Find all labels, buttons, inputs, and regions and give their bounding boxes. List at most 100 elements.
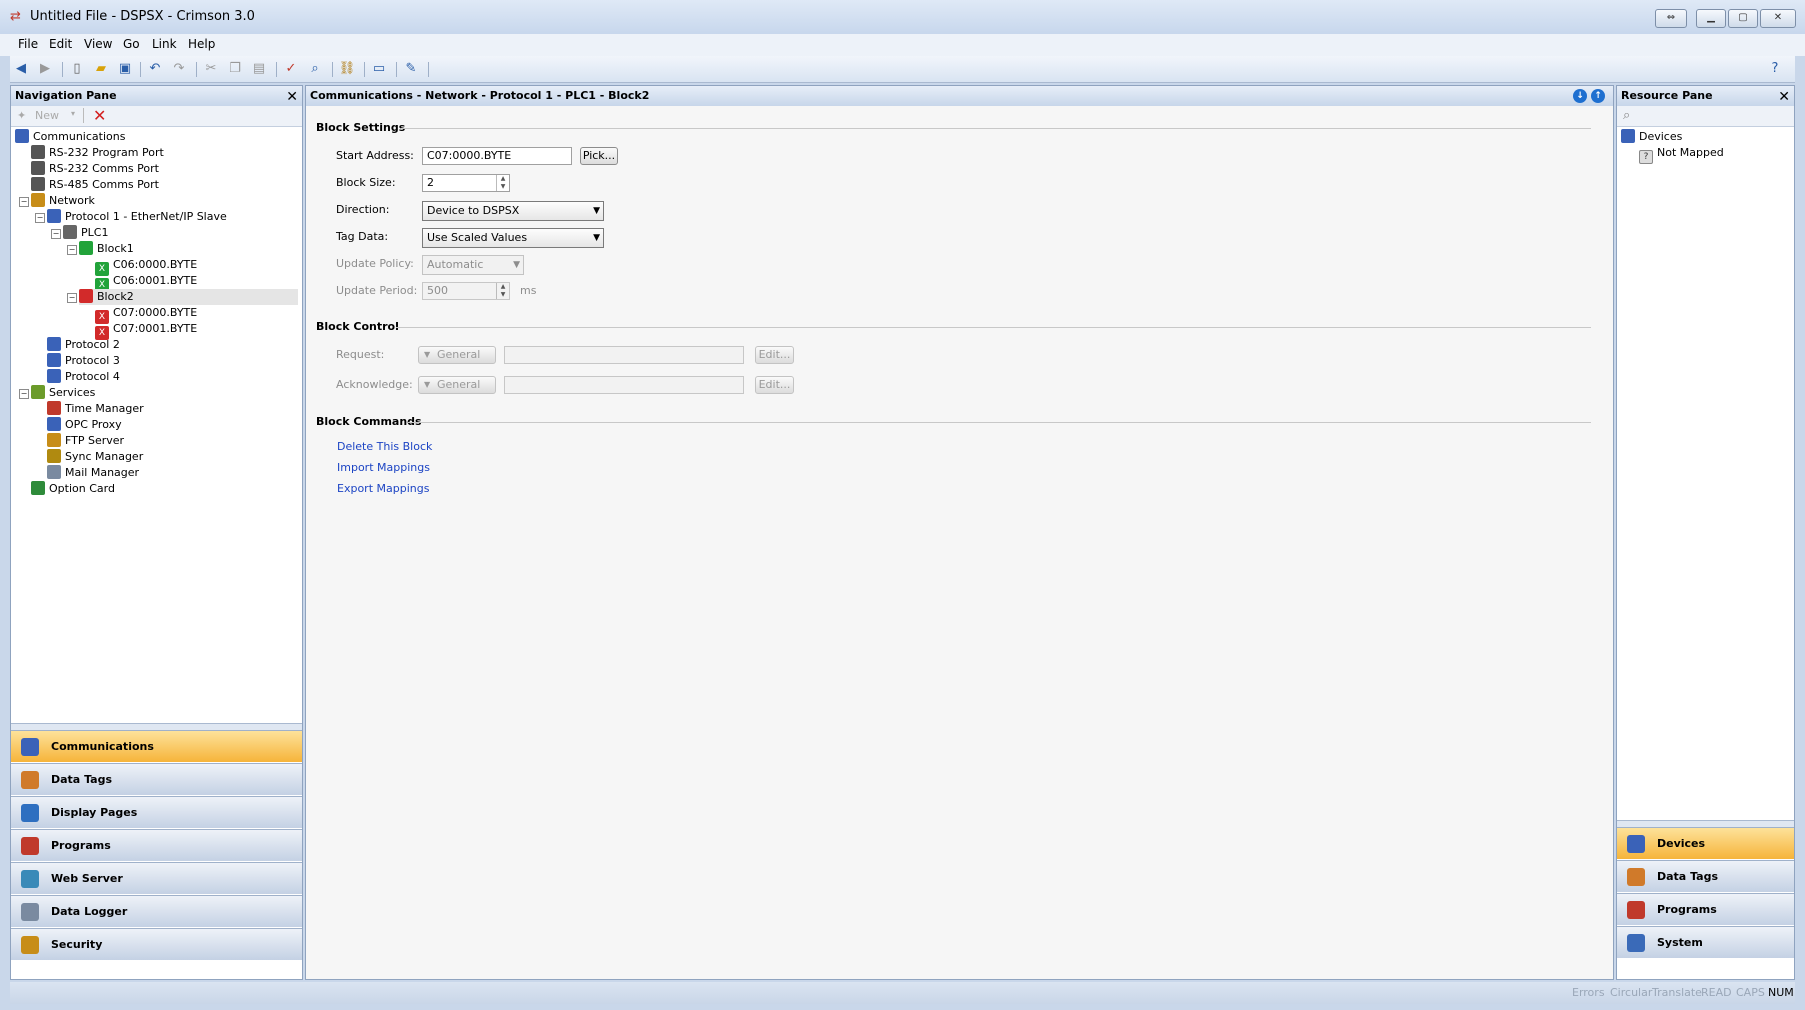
tree-item[interactable]: PLC1 <box>63 225 108 241</box>
new-button[interactable]: New <box>35 109 59 122</box>
tree-expander-icon[interactable]: − <box>35 213 45 223</box>
tree-item[interactable]: X C06:0001.BYTE <box>95 273 197 292</box>
menu-go[interactable]: Go <box>123 34 140 54</box>
open-folder-icon[interactable]: ▰ <box>92 61 110 77</box>
tree-item[interactable]: ? Not Mapped <box>1639 145 1724 164</box>
back-icon[interactable]: ◀ <box>12 61 30 77</box>
menu-link[interactable]: Link <box>152 34 177 54</box>
pane-splitter[interactable] <box>11 723 302 730</box>
find-icon[interactable]: ⌕ <box>306 61 324 77</box>
tree-item[interactable]: Network <box>31 193 95 209</box>
tree-item[interactable]: Protocol 2 <box>47 337 120 353</box>
export-mappings-link[interactable]: Export Mappings <box>337 482 429 495</box>
restore-layout-button[interactable]: ⇔ <box>1655 9 1687 28</box>
save-icon[interactable]: ▣ <box>116 61 134 77</box>
request-edit-button[interactable]: Edit... <box>755 346 794 364</box>
arrow-down-icon[interactable]: ↓ <box>1573 89 1587 103</box>
category-label: Devices <box>1657 837 1706 850</box>
tree-item[interactable]: Block1 <box>79 241 134 257</box>
tree-expander-icon[interactable]: − <box>19 197 29 207</box>
tree-item[interactable]: FTP Server <box>47 433 124 449</box>
ftp-icon <box>47 433 61 447</box>
copy-icon[interactable]: ❐ <box>226 61 244 77</box>
search-icon[interactable]: ⌕ <box>1623 108 1630 123</box>
tree-item[interactable]: Block2 <box>79 289 298 305</box>
tree-item[interactable]: Devices <box>1621 129 1682 145</box>
menu-file[interactable]: File <box>18 34 38 54</box>
tree-item[interactable]: OPC Proxy <box>47 417 122 433</box>
category-display-pages[interactable]: Display Pages <box>11 796 302 828</box>
tree-item[interactable]: RS-485 Comms Port <box>31 177 159 193</box>
forward-icon[interactable]: ▶ <box>36 61 54 77</box>
category-programs[interactable]: Programs <box>11 829 302 861</box>
tree-item[interactable]: Time Manager <box>47 401 144 417</box>
delete-block-link[interactable]: Delete This Block <box>337 440 432 453</box>
pencil-icon[interactable]: ✎ <box>402 61 420 77</box>
direction-select[interactable]: Device to DSPSX ▼ <box>422 201 604 221</box>
maximize-button[interactable]: ▢ <box>1728 9 1758 28</box>
close-icon[interactable]: ✕ <box>1778 87 1790 107</box>
acknowledge-edit-button[interactable]: Edit... <box>755 376 794 394</box>
menu-view[interactable]: View <box>84 34 112 54</box>
minimize-button[interactable]: ▁ <box>1696 9 1726 28</box>
close-icon[interactable]: ✕ <box>286 87 298 107</box>
update-period-stepper[interactable]: 500 ▲ ▼ <box>422 282 510 300</box>
tree-item[interactable]: Protocol 3 <box>47 353 120 369</box>
tree-item[interactable]: Protocol 1 - EtherNet/IP Slave <box>47 209 227 225</box>
spin-arrows-icon[interactable]: ▲ ▼ <box>496 175 509 191</box>
pane-splitter[interactable] <box>1617 820 1794 827</box>
category-web-server[interactable]: Web Server <box>11 862 302 894</box>
category-system[interactable]: System <box>1617 926 1794 958</box>
tree-expander-icon[interactable]: − <box>67 245 77 255</box>
request-type-dropdown[interactable]: ▼ General <box>418 346 496 364</box>
delete-icon[interactable]: ✕ <box>93 106 106 125</box>
link-icon[interactable]: ⛓ <box>338 61 356 77</box>
tree-expander-icon[interactable]: − <box>19 389 29 399</box>
pick-button[interactable]: Pick... <box>580 147 618 165</box>
acknowledge-type-dropdown[interactable]: ▼ General <box>418 376 496 394</box>
tree-item[interactable]: Sync Manager <box>47 449 143 465</box>
tag-data-select[interactable]: Use Scaled Values ▼ <box>422 228 604 248</box>
category-data-tags[interactable]: Data Tags <box>11 763 302 795</box>
category-devices[interactable]: Devices <box>1617 827 1794 859</box>
redo-icon[interactable]: ↷ <box>170 61 188 77</box>
tree-item[interactable]: RS-232 Program Port <box>31 145 164 161</box>
close-window-button[interactable]: ✕ <box>1760 9 1796 28</box>
category-communications[interactable]: Communications <box>11 730 302 762</box>
tree-expander-icon[interactable]: − <box>51 229 61 239</box>
status-circular: Circular <box>1610 986 1653 999</box>
cut-icon[interactable]: ✂ <box>202 61 220 77</box>
menu-edit[interactable]: Edit <box>49 34 72 54</box>
help-icon[interactable]: ? <box>1766 61 1784 77</box>
tree-item[interactable]: Option Card <box>31 481 115 497</box>
tree-item[interactable]: RS-232 Comms Port <box>31 161 159 177</box>
tree-item-label: Communications <box>33 130 126 143</box>
spin-arrows-icon[interactable]: ▲ ▼ <box>496 283 509 299</box>
undo-icon[interactable]: ↶ <box>146 61 164 77</box>
menu-help[interactable]: Help <box>188 34 215 54</box>
tree-item[interactable]: X C07:0001.BYTE <box>95 321 197 340</box>
category-security[interactable]: Security <box>11 928 302 960</box>
arrow-up-icon[interactable]: ↑ <box>1591 89 1605 103</box>
block-commands-heading: Block Commands <box>316 415 422 428</box>
start-address-input[interactable]: C07:0000.BYTE <box>422 147 572 165</box>
tree-item[interactable]: X C06:0000.BYTE <box>95 257 197 276</box>
request-input[interactable] <box>504 346 744 364</box>
paste-icon[interactable]: ▤ <box>250 61 268 77</box>
tree-item[interactable]: Protocol 4 <box>47 369 120 385</box>
tree-item[interactable]: Services <box>31 385 95 401</box>
tree-item[interactable]: Mail Manager <box>47 465 139 481</box>
block-size-stepper[interactable]: 2 ▲ ▼ <box>422 174 510 192</box>
tree-item[interactable]: X C07:0000.BYTE <box>95 305 197 324</box>
category-programs[interactable]: Programs <box>1617 893 1794 925</box>
monitor-icon[interactable]: ▭ <box>370 61 388 77</box>
import-mappings-link[interactable]: Import Mappings <box>337 461 430 474</box>
tree-expander-icon[interactable]: − <box>67 293 77 303</box>
category-data-logger[interactable]: Data Logger <box>11 895 302 927</box>
category-data-tags[interactable]: Data Tags <box>1617 860 1794 892</box>
update-policy-select[interactable]: Automatic ▼ <box>422 255 524 275</box>
spell-check-icon[interactable]: ✓ <box>282 61 300 77</box>
new-file-icon[interactable]: ▯ <box>68 61 86 77</box>
tree-item[interactable]: Communications <box>15 129 125 145</box>
acknowledge-input[interactable] <box>504 376 744 394</box>
